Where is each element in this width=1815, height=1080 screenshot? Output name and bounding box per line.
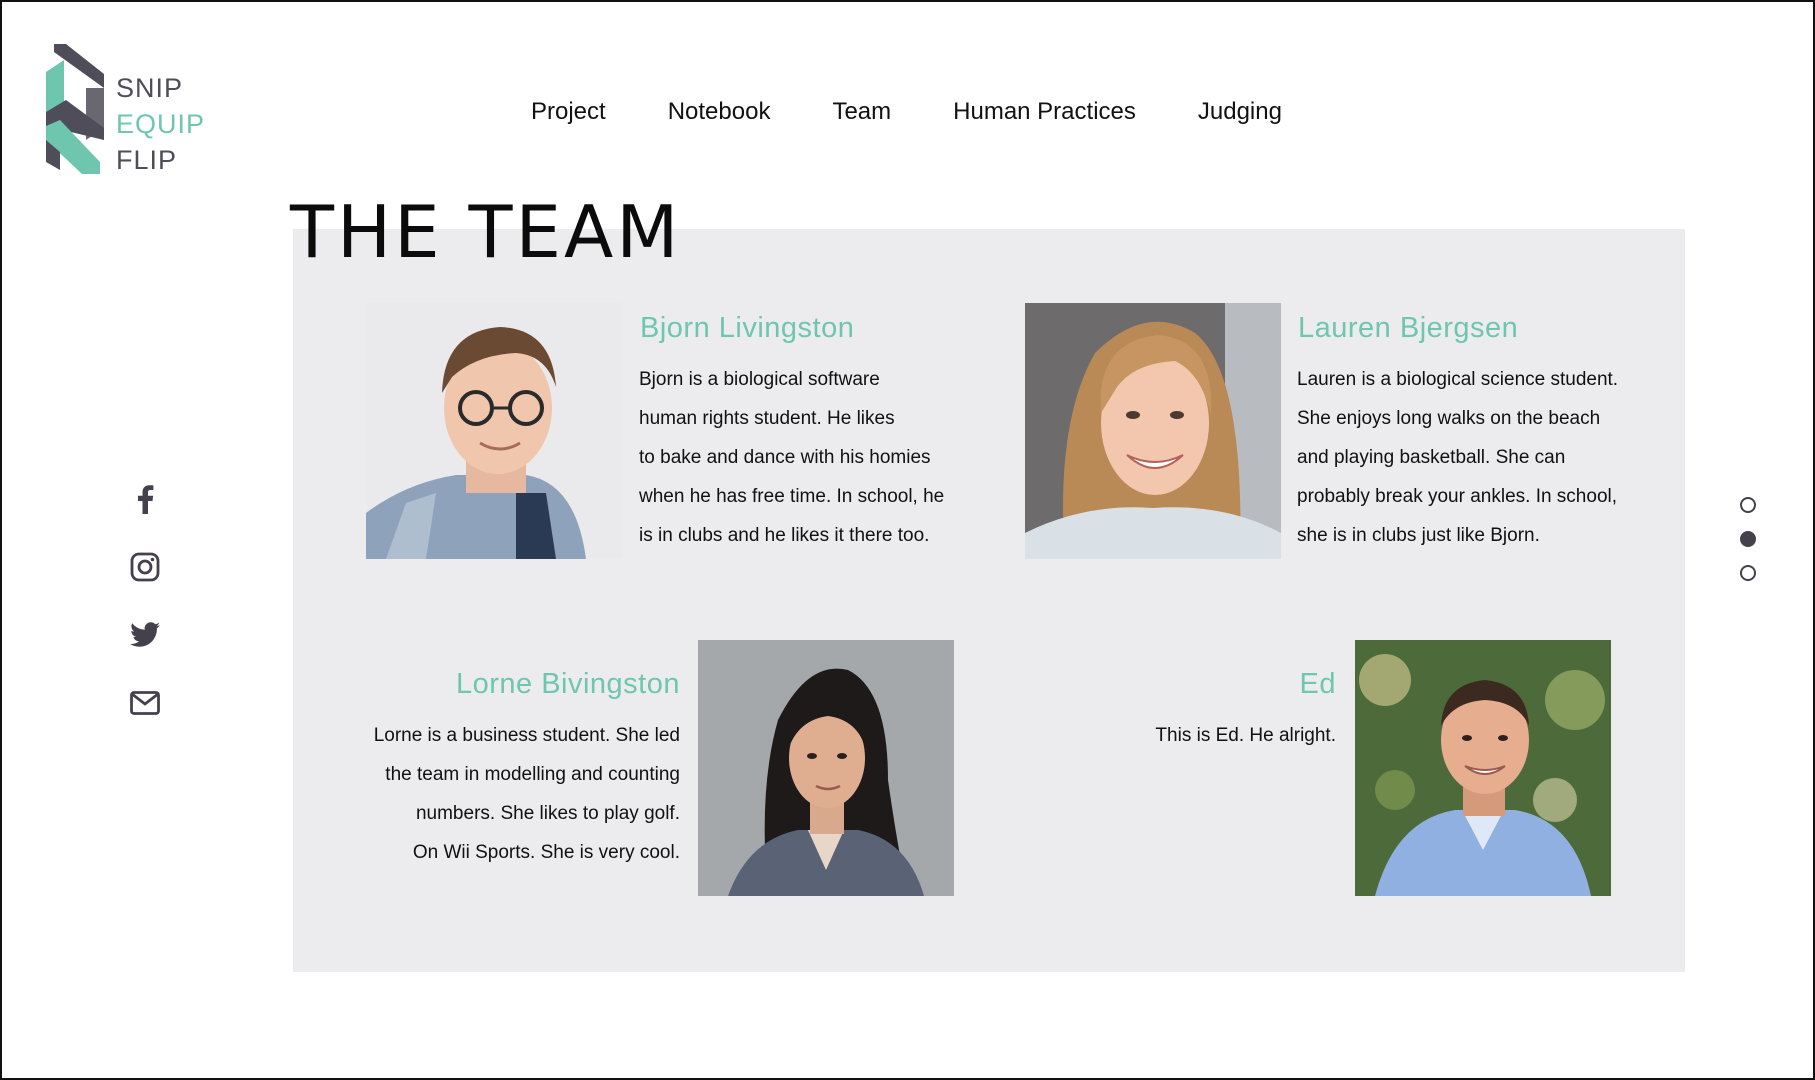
bio-line: to bake and dance with his homies xyxy=(639,447,931,468)
instagram-icon[interactable] xyxy=(128,552,162,582)
social-links xyxy=(128,484,162,718)
member-name: Ed xyxy=(1299,668,1336,700)
member-photo-ed xyxy=(1355,640,1611,896)
bio-line: she is in clubs just like Bjorn. xyxy=(1297,525,1540,546)
member-bio: Lorne is a business student. She led the… xyxy=(300,716,680,872)
twitter-icon[interactable] xyxy=(128,620,162,650)
bio-line: Lorne is a business student. She led xyxy=(373,725,680,746)
member-bio: Bjorn is a biological software human rig… xyxy=(639,360,979,555)
bio-line: is in clubs and he likes it there too. xyxy=(639,525,930,546)
bio-line: numbers. She likes to play golf. xyxy=(415,803,680,824)
nav-project[interactable]: Project xyxy=(531,98,606,126)
main-nav: Project Notebook Team Human Practices Ju… xyxy=(531,98,1282,126)
facebook-icon[interactable] xyxy=(128,484,162,514)
bio-line: probably break your ankles. In school, xyxy=(1297,486,1618,507)
member-name: Bjorn Livingston xyxy=(640,312,855,344)
logo-wordmark: SNIP EQUIP FLIP xyxy=(116,70,205,178)
bio-line: On Wii Sports. She is very cool. xyxy=(412,842,680,863)
bio-line: Lauren is a biological science student. xyxy=(1297,369,1619,390)
logo-line-snip: SNIP xyxy=(116,73,184,103)
bio-line: human rights student. He likes xyxy=(639,408,895,429)
pager-dot-2-active[interactable] xyxy=(1740,531,1756,547)
pager-dot-1[interactable] xyxy=(1740,497,1756,513)
bio-line: She enjoys long walks on the beach xyxy=(1297,408,1601,429)
bio-line: This is Ed. He alright. xyxy=(1155,725,1336,746)
member-photo-lorne xyxy=(698,640,954,896)
bio-line: and playing basketball. She can xyxy=(1297,447,1566,468)
site-logo[interactable]: SNIP EQUIP FLIP xyxy=(46,44,216,175)
member-photo-bjorn xyxy=(366,303,622,559)
nav-team[interactable]: Team xyxy=(832,98,891,126)
member-bio: This is Ed. He alright. xyxy=(1050,716,1336,755)
logo-line-flip: FLIP xyxy=(116,145,178,175)
logo-line-equip: EQUIP xyxy=(116,109,206,139)
mail-icon[interactable] xyxy=(128,688,162,718)
member-name: Lorne Bivingston xyxy=(455,668,680,700)
member-name: Lauren Bjergsen xyxy=(1298,312,1519,344)
bio-line: when he has free time. In school, he xyxy=(639,486,945,507)
dna-logo-icon xyxy=(46,44,104,174)
nav-notebook[interactable]: Notebook xyxy=(668,98,771,126)
bio-line: Bjorn is a biological software xyxy=(639,369,880,390)
nav-judging[interactable]: Judging xyxy=(1198,98,1282,126)
section-pager xyxy=(1740,497,1756,581)
page-title: THE TEAM xyxy=(290,190,682,274)
pager-dot-3[interactable] xyxy=(1740,565,1756,581)
member-photo-lauren xyxy=(1025,303,1281,559)
member-bio: Lauren is a biological science student. … xyxy=(1297,360,1672,555)
nav-human-practices[interactable]: Human Practices xyxy=(953,98,1136,126)
bio-line: the team in modelling and counting xyxy=(385,764,680,785)
